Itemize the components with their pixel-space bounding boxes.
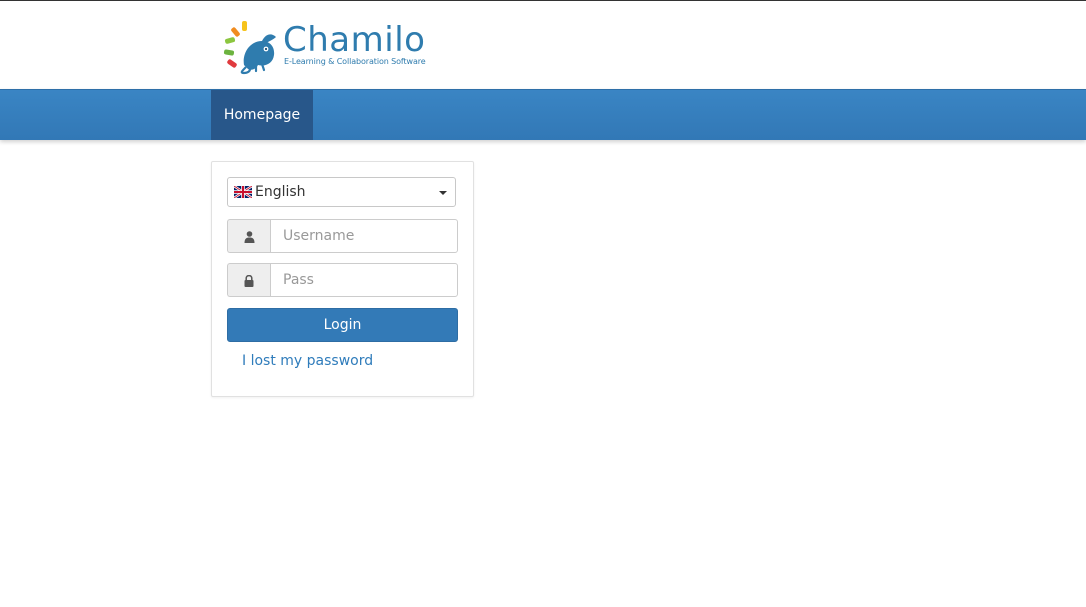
lock-icon	[244, 275, 254, 287]
caret-down-icon	[439, 191, 447, 195]
username-addon	[227, 219, 270, 253]
lost-password-link[interactable]: I lost my password	[242, 351, 373, 371]
nav-item-homepage[interactable]: Homepage	[211, 90, 313, 140]
language-select-value: English	[255, 184, 306, 200]
login-button[interactable]: Login	[227, 308, 458, 342]
main-navbar: Homepage	[0, 89, 1086, 140]
login-panel: English Login I lost my password	[211, 161, 474, 397]
user-icon	[244, 231, 255, 243]
username-input-group	[227, 219, 458, 253]
site-header: Chamilo E-Learning & Collaboration Softw…	[0, 1, 1086, 89]
chameleon-logo-icon	[223, 21, 276, 75]
password-addon	[227, 263, 270, 297]
chamilo-logo[interactable]: Chamilo E-Learning & Collaboration Softw…	[222, 19, 446, 75]
uk-flag-icon	[234, 186, 252, 198]
language-select[interactable]: English	[227, 177, 456, 207]
password-input[interactable]	[270, 263, 458, 297]
username-input[interactable]	[270, 219, 458, 253]
logo-wordmark: Chamilo	[283, 20, 426, 60]
logo-tagline: E-Learning & Collaboration Software	[284, 57, 426, 66]
password-input-group	[227, 263, 458, 297]
